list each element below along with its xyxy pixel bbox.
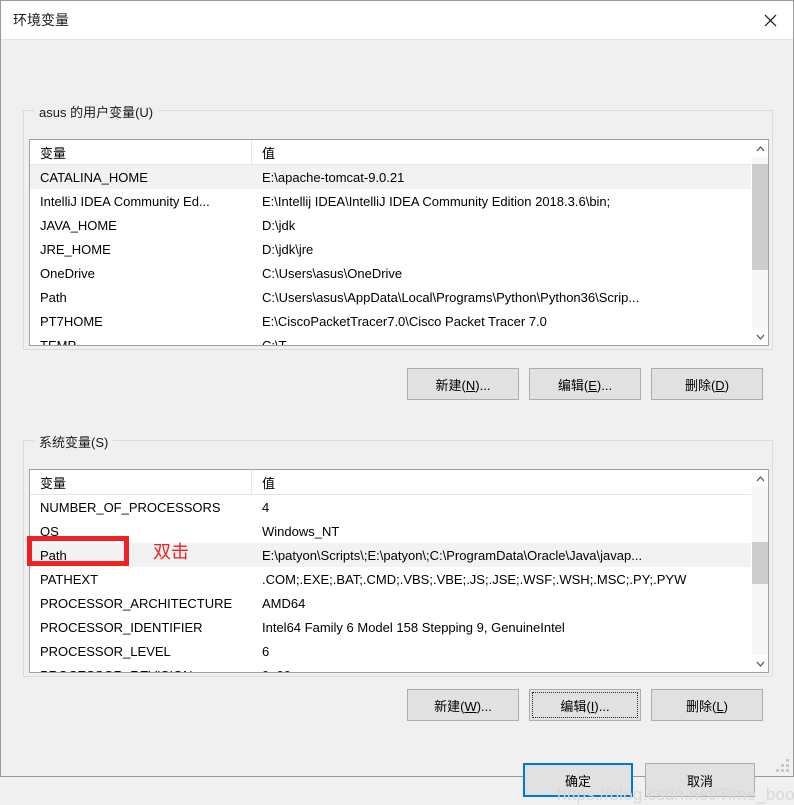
table-row[interactable]: PROCESSOR_LEVEL 6: [30, 639, 751, 663]
user-list-viewport: 变量 值 CATALINA_HOME E:\apache-tomcat-9.0.2…: [30, 140, 751, 345]
table-row[interactable]: PATHEXT .COM;.EXE;.BAT;.CMD;.VBS;.VBE;.JS…: [30, 567, 751, 591]
user-delete-label: 删除(D): [684, 377, 730, 393]
variable-name-cell: TEMP: [40, 337, 77, 346]
variable-value-cell: .COM;.EXE;.BAT;.CMD;.VBS;.VBE;.JS;.JSE;.…: [262, 571, 687, 587]
system-list-rows: NUMBER_OF_PROCESSORS 4 OS Windows_NT Path E:\…: [30, 495, 751, 672]
variable-name-cell: OS: [40, 523, 59, 539]
scroll-down-icon[interactable]: [752, 328, 768, 345]
window-title: 环境变量: [13, 12, 69, 28]
table-row[interactable]: PROCESSOR_IDENTIFIER Intel64 Family 6 Mod…: [30, 615, 751, 639]
system-delete-label: 删除(L): [686, 698, 728, 714]
user-list-scrollbar[interactable]: [751, 140, 768, 345]
variable-value-cell: E:\patyon\Scripts\;E:\patyon\;C:\Program…: [262, 547, 643, 563]
table-row[interactable]: OneDrive C:\Users\asus\OneDrive: [30, 261, 751, 285]
table-row[interactable]: PROCESSOR_REVISION9e09: [30, 663, 751, 673]
variable-value-cell: Intel64 Family 6 Model 158 Stepping 9, G…: [262, 619, 565, 635]
variable-name-cell: PATHEXT: [40, 571, 99, 587]
dialog-body: asus 的用户变量(U) 变量 值 CATALINA_HOME E:\apach…: [1, 39, 794, 804]
variable-name-cell: OneDrive: [40, 265, 95, 281]
column-header-name[interactable]: 变量: [30, 140, 252, 164]
table-row[interactable]: NUMBER_OF_PROCESSORS 4: [30, 495, 751, 519]
table-row[interactable]: PT7HOME E:\CiscoPacketTracer7.0\Cisco Pac…: [30, 309, 751, 333]
table-row[interactable]: JAVA_HOME D:\jdk: [30, 213, 751, 237]
table-row[interactable]: Path E:\patyon\Scripts\;E:\patyon\;C:\Pro…: [30, 543, 751, 567]
variable-name-cell: PROCESSOR_IDENTIFIER: [40, 619, 203, 635]
variable-value-cell: C:\Users\asus\OneDrive: [262, 265, 403, 281]
system-list-viewport: 变量 值 NUMBER_OF_PROCESSORS 4 OS Windows_NT Pa…: [30, 470, 751, 672]
system-edit-button[interactable]: 编辑(I)...: [529, 689, 641, 721]
table-row[interactable]: IntelliJ IDEA Community Ed... E:\Intellij…: [30, 189, 751, 213]
column-header-value[interactable]: 值: [252, 470, 751, 494]
variable-name-cell: JRE_HOME: [40, 241, 111, 257]
variable-name-cell: PT7HOME: [40, 313, 103, 329]
variable-value-cell: Windows_NT: [262, 523, 340, 539]
column-header-name[interactable]: 变量: [30, 470, 252, 494]
user-scroll-thumb[interactable]: [752, 163, 768, 270]
scroll-up-icon[interactable]: [752, 470, 768, 487]
variable-value-cell: AMD64: [262, 595, 306, 611]
system-scroll-track[interactable]: [752, 487, 768, 655]
variable-name-cell: PROCESSOR_ARCHITECTURE: [40, 595, 233, 611]
user-variables-list[interactable]: 变量 值 CATALINA_HOME E:\apache-tomcat-9.0.2…: [29, 139, 769, 346]
variable-name-cell: IntelliJ IDEA Community Ed...: [40, 193, 210, 209]
variable-value-cell: E:\Intellij IDEA\IntelliJ IDEA Community…: [262, 193, 611, 209]
user-edit-button[interactable]: 编辑(E)...: [529, 368, 641, 400]
close-icon: [764, 14, 777, 27]
system-new-label: 新建(W)...: [434, 698, 492, 714]
user-new-button[interactable]: 新建(N)...: [407, 368, 519, 400]
table-row[interactable]: CATALINA_HOME E:\apache-tomcat-9.0.21: [30, 165, 751, 189]
environment-variables-dialog: 环境变量 asus 的用户变量(U) 变量 值 CATALINA_HOME E:…: [0, 0, 794, 804]
system-variables-group: 系统变量(S) 变量 值 NUMBER_OF_PROCESSORS 4 OS Wind…: [23, 432, 773, 677]
system-scroll-thumb[interactable]: [752, 542, 768, 585]
variable-name-cell: NUMBER_OF_PROCESSORS: [40, 499, 221, 515]
variable-name-cell: PROCESSOR_REVISION: [30, 668, 252, 673]
variable-value-cell: C:\T: [262, 337, 287, 346]
system-list-scrollbar[interactable]: [751, 470, 768, 672]
variable-value-cell: E:\apache-tomcat-9.0.21: [262, 169, 405, 185]
user-new-label: 新建(N)...: [435, 377, 491, 393]
resize-grip-icon: [776, 759, 789, 772]
variable-value-cell: C:\Users\asus\AppData\Local\Programs\Pyt…: [262, 289, 640, 305]
variable-value-cell: 4: [262, 499, 270, 515]
column-header-value[interactable]: 值: [252, 140, 751, 164]
variable-value-cell: 6: [262, 643, 270, 659]
scroll-up-icon[interactable]: [752, 140, 768, 157]
system-edit-label: 编辑(I)...: [560, 698, 610, 714]
annotation-label: 双击: [153, 542, 189, 562]
variable-name-cell: JAVA_HOME: [40, 217, 117, 233]
system-variables-legend: 系统变量(S): [34, 432, 114, 451]
user-scroll-track[interactable]: [752, 157, 768, 328]
title-bar: 环境变量: [1, 1, 793, 39]
variable-value-cell: 9e09: [252, 668, 751, 673]
user-list-header: 变量 值: [30, 140, 751, 165]
table-row[interactable]: TEMP C:\T: [30, 333, 751, 346]
variable-value-cell: D:\jdk: [262, 217, 296, 233]
variable-name-cell: Path: [40, 547, 67, 563]
system-variables-list[interactable]: 变量 值 NUMBER_OF_PROCESSORS 4 OS Windows_NT Pa…: [29, 469, 769, 673]
table-row[interactable]: OS Windows_NT: [30, 519, 751, 543]
table-row[interactable]: JRE_HOME D:\jdk\jre: [30, 237, 751, 261]
scroll-down-icon[interactable]: [752, 655, 768, 672]
system-new-button[interactable]: 新建(W)...: [407, 689, 519, 721]
user-variables-legend: asus 的用户变量(U): [34, 102, 159, 121]
ok-button[interactable]: 确定: [523, 763, 633, 797]
user-list-rows: CATALINA_HOME E:\apache-tomcat-9.0.21 Inte…: [30, 165, 751, 345]
table-row[interactable]: Path C:\Users\asus\AppData\Local\Programs…: [30, 285, 751, 309]
table-row[interactable]: PROCESSOR_ARCHITECTURE AMD64: [30, 591, 751, 615]
user-edit-label: 编辑(E)...: [557, 377, 613, 393]
close-button[interactable]: [747, 1, 793, 39]
system-list-header: 变量 值: [30, 470, 751, 495]
variable-value-cell: D:\jdk\jre: [262, 241, 314, 257]
user-variables-group: asus 的用户变量(U) 变量 值 CATALINA_HOME E:\apach…: [23, 102, 773, 350]
cancel-button[interactable]: 取消: [645, 763, 755, 797]
variable-name-cell: PROCESSOR_LEVEL: [40, 643, 171, 659]
variable-value-cell: E:\CiscoPacketTracer7.0\Cisco Packet Tra…: [262, 313, 547, 329]
system-delete-button[interactable]: 删除(L): [651, 689, 763, 721]
variable-name-cell: Path: [40, 289, 67, 305]
user-delete-button[interactable]: 删除(D): [651, 368, 763, 400]
variable-name-cell: CATALINA_HOME: [40, 169, 148, 185]
